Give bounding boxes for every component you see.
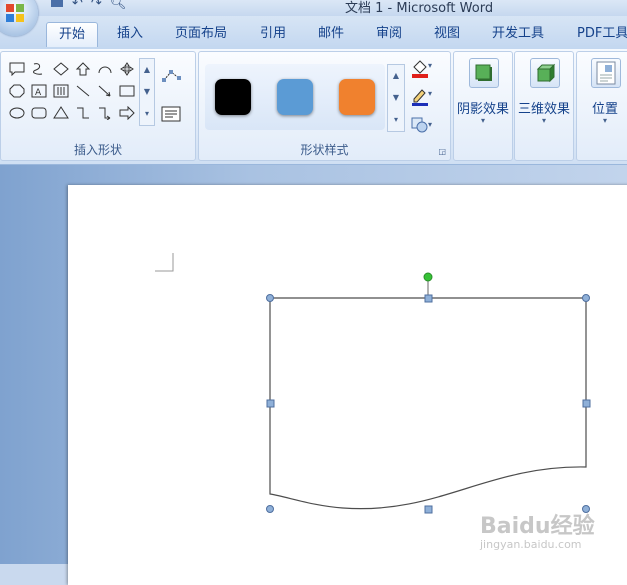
more-styles-icon[interactable]: ▾ [388,109,404,131]
position-dropdown-icon[interactable]: ▾ [577,116,627,125]
threed-effects-group: 三维效果 ▾ [514,51,574,161]
resize-handle-left[interactable] [266,399,275,408]
tab-view[interactable]: 视图 [434,22,460,46]
resize-handle-top-left[interactable] [266,294,274,302]
resize-handle-top-right[interactable] [582,294,590,302]
arrow-line-shape-icon[interactable] [94,80,116,102]
octagon-shape-icon[interactable] [6,80,28,102]
shadow-effects-dropdown-icon[interactable]: ▾ [454,116,512,125]
diamond-shape-icon[interactable] [50,58,72,80]
style-swatch-black[interactable] [215,79,251,115]
arrange-group: 位置 ▾ [576,51,627,161]
insert-shapes-group-label: 插入形状 [73,143,122,157]
resize-handle-bottom[interactable] [424,505,433,514]
quick-access-toolbar: ↶ ↷ 🔍︎ [50,0,126,12]
paint-bucket-icon: ▾ [412,60,432,78]
shape-outline-button[interactable]: ▾ [409,86,433,108]
cross-arrows-shape-icon[interactable] [116,58,138,80]
document-workspace [0,165,627,585]
svg-text:▾: ▾ [428,89,432,98]
watermark-url: jingyan.baidu.com [480,538,582,551]
elbow-connector-shape-icon[interactable] [72,102,94,124]
style-swatch-blue[interactable] [277,79,313,115]
line-shape-icon[interactable] [72,80,94,102]
print-preview-icon[interactable]: 🔍︎ [110,0,127,11]
resize-handle-bottom-left[interactable] [266,505,274,513]
draw-text-box-icon[interactable] [161,106,181,125]
right-arrow-shape-icon[interactable] [116,102,138,124]
tab-review[interactable]: 审阅 [376,22,402,46]
freeform-shape-icon[interactable] [28,58,50,80]
ribbon-tabs: 开始 插入 页面布局 引用 邮件 审阅 视图 开发工具 PDF工具 [0,16,627,49]
insert-shapes-group: A ▲ ▼ ▾ 插入形状 [0,51,196,161]
arc-shape-icon[interactable] [94,58,116,80]
scroll-up-icon[interactable]: ▲ [388,65,404,87]
ribbon: A ▲ ▼ ▾ 插入形状 ▲ ▼ ▾ ▾ ▾ ▾ ◲ 形状样式 阴影效果 ▾ 三… [0,49,627,165]
rounded-rect-shape-icon[interactable] [28,102,50,124]
scroll-up-icon[interactable]: ▲ [140,59,154,81]
tab-home[interactable]: 开始 [46,22,99,47]
window-title: 文档 1 - Microsoft Word [345,1,494,16]
position-button[interactable]: 位置 [577,98,627,117]
shapes-gallery: A [6,58,138,124]
threed-effects-icon[interactable] [530,58,560,88]
shape-styles-group: ▲ ▼ ▾ ▾ ▾ ▾ ◲ 形状样式 [198,51,451,161]
shape-fill-button[interactable]: ▾ [409,58,433,80]
redo-icon[interactable]: ↷ [91,0,102,11]
rotation-handle[interactable] [423,272,433,282]
save-icon[interactable] [50,0,64,12]
tab-references[interactable]: 引用 [260,22,286,46]
textbox-a-shape-icon[interactable]: A [28,80,50,102]
tab-developer[interactable]: 开发工具 [492,22,544,46]
shadow-effects-button[interactable]: 阴影效果 [454,98,512,117]
watermark-logo: Baidu经验 [480,514,595,539]
resize-handle-right[interactable] [582,399,591,408]
shadow-effects-group: 阴影效果 ▾ [453,51,513,161]
svg-text:▾: ▾ [428,61,432,70]
pencil-icon: ▾ [412,89,432,106]
tab-insert[interactable]: 插入 [117,22,143,46]
undo-icon[interactable]: ↶ [72,0,83,11]
triangle-shape-icon[interactable] [50,102,72,124]
tab-page-layout[interactable]: 页面布局 [175,22,227,46]
vertical-textbox-shape-icon[interactable] [50,80,72,102]
style-swatch-orange[interactable] [339,79,375,115]
change-shape-icon: ▾ [411,117,432,133]
scroll-down-icon[interactable]: ▼ [140,81,154,103]
text-box-shape-icon[interactable] [6,58,28,80]
change-shape-button[interactable]: ▾ [409,114,433,136]
margin-corner-mark [155,253,174,272]
document-flowchart-shape[interactable] [269,297,587,510]
svg-text:▾: ▾ [428,120,432,129]
styles-gallery-scroll[interactable]: ▲ ▼ ▾ [387,64,405,132]
oval-shape-icon[interactable] [6,102,28,124]
more-shapes-icon[interactable]: ▾ [140,103,154,125]
threed-effects-button[interactable]: 三维效果 [515,98,573,117]
shape-styles-gallery [205,64,385,130]
elbow-arrow-connector-shape-icon[interactable] [94,102,116,124]
tab-mailings[interactable]: 邮件 [318,22,344,46]
shapes-gallery-scroll[interactable]: ▲ ▼ ▾ [139,58,155,126]
svg-text:A: A [35,88,42,98]
scroll-down-icon[interactable]: ▼ [388,87,404,109]
position-icon[interactable] [591,58,621,88]
resize-handle-top[interactable] [424,294,433,303]
shadow-effects-icon[interactable] [469,58,499,88]
shape-styles-group-label: 形状样式 [300,143,349,157]
baidu-watermark: Baidu经验 jingyan.baidu.com [478,508,618,558]
office-logo-icon [6,4,24,22]
up-arrow-shape-icon[interactable] [72,58,94,80]
edit-shape-icon[interactable] [161,68,185,89]
threed-effects-dropdown-icon[interactable]: ▾ [515,116,573,125]
rectangle-shape-icon[interactable] [116,80,138,102]
tab-pdf-tools[interactable]: PDF工具 [577,22,627,46]
